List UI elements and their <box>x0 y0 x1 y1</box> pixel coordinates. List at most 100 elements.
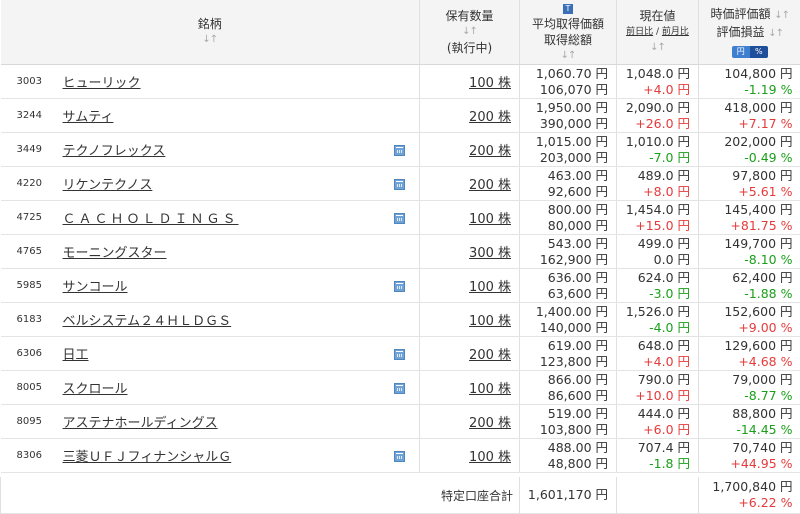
icon-cell <box>381 337 420 371</box>
price-cell: 1,454.0 円+15.0 円 <box>617 201 699 235</box>
sort-icon[interactable]: ↓↑ <box>768 28 783 39</box>
calendar-icon[interactable] <box>394 281 405 292</box>
icon-cell <box>381 167 420 201</box>
quantity-link[interactable]: 100 株 <box>469 280 511 295</box>
calendar-icon[interactable] <box>394 383 405 394</box>
stock-name-link[interactable]: ヒューリック <box>63 76 141 91</box>
prev-month-link[interactable]: 前月比 <box>662 27 689 37</box>
sort-icon[interactable]: ↓↑ <box>774 10 789 21</box>
table-row: 8095アステナホールディングス200 株519.00 円103,800 円44… <box>1 405 800 439</box>
stock-name-link[interactable]: ＣＡＣＨＯＬＤＩＮＧＳ <box>63 212 239 227</box>
prev-day-link[interactable]: 前日比 <box>626 27 653 37</box>
price-cell: 499.0 円0.0 円 <box>617 235 699 269</box>
calendar-icon[interactable] <box>394 213 405 224</box>
calendar-icon[interactable] <box>394 451 405 462</box>
average-cost: 800.00 円 <box>520 202 608 218</box>
quantity-link[interactable]: 100 株 <box>469 450 511 465</box>
stock-name-link[interactable]: アステナホールディングス <box>63 416 218 431</box>
profit-loss: +5.61 % <box>699 184 793 200</box>
total-label: 特定口座合計 <box>1 477 520 514</box>
average-cost: 543.00 円 <box>520 236 608 252</box>
table-row: 3003ヒューリック100 株1,060.70 円106,070 円1,048.… <box>1 65 800 99</box>
sort-icon[interactable]: ↓↑ <box>420 24 519 40</box>
price-cell: 2,090.0 円+26.0 円 <box>617 99 699 133</box>
stock-name-link[interactable]: サンコール <box>63 280 128 295</box>
toggle-yen-button[interactable]: 円 <box>732 46 750 58</box>
toggle-percent-button[interactable]: % <box>750 46 768 58</box>
quantity-cell: 100 株 <box>420 303 520 337</box>
profit-loss: -1.19 % <box>699 82 793 98</box>
profit-loss: -14.45 % <box>699 422 793 438</box>
cost-cell: 1,015.00 円203,000 円 <box>520 133 617 167</box>
quantity-link[interactable]: 100 株 <box>469 382 511 397</box>
stock-name-cell: リケンテクノス <box>63 167 381 201</box>
table-row: 8306三菱ＵＦＪフィナンシャルＧ100 株488.00 円48,800 円70… <box>1 439 800 473</box>
quantity-cell: 100 株 <box>420 269 520 303</box>
quantity-link[interactable]: 100 株 <box>469 314 511 329</box>
average-cost: 488.00 円 <box>520 440 608 456</box>
quantity-link[interactable]: 200 株 <box>469 348 511 363</box>
sort-icon[interactable]: ↓↑ <box>1 32 420 48</box>
stock-name-link[interactable]: サムティ <box>63 110 114 125</box>
current-price: 1,010.0 円 <box>617 134 690 150</box>
stock-name-cell: ベルシステム２４ＨＬＤＧＳ <box>63 303 381 337</box>
average-cost: 1,950.00 円 <box>520 100 608 116</box>
unit-toggle[interactable]: 円 % <box>732 46 768 58</box>
sort-icon[interactable]: ↓↑ <box>617 40 698 56</box>
quantity-link[interactable]: 200 株 <box>469 110 511 125</box>
stock-name-link[interactable]: テクノフレックス <box>63 144 166 159</box>
price-change: -3.0 円 <box>617 286 690 302</box>
quantity-link[interactable]: 300 株 <box>469 246 511 261</box>
col-quantity[interactable]: 保有数量 ↓↑ (執行中) <box>420 0 520 65</box>
stock-code: 3244 <box>1 99 63 133</box>
stock-name-link[interactable]: 三菱ＵＦＪフィナンシャルＧ <box>63 450 232 465</box>
quantity-cell: 200 株 <box>420 337 520 371</box>
col-quantity-label: 保有数量 <box>420 8 519 24</box>
value-cell: 88,800 円-14.45 % <box>699 405 800 439</box>
calendar-icon[interactable] <box>394 349 405 360</box>
profit-loss: +4.68 % <box>699 354 793 370</box>
price-change: -4.0 円 <box>617 320 690 336</box>
stock-name-cell: 三菱ＵＦＪフィナンシャルＧ <box>63 439 381 473</box>
stock-name-link[interactable]: ベルシステム２４ＨＬＤＧＳ <box>63 314 232 329</box>
quantity-link[interactable]: 200 株 <box>469 416 511 431</box>
value-cell: 152,600 円+9.00 % <box>699 303 800 337</box>
price-change: 0.0 円 <box>617 252 690 268</box>
stock-name-link[interactable]: モーニングスター <box>63 246 167 261</box>
market-value: 145,400 円 <box>699 202 793 218</box>
quantity-link[interactable]: 100 株 <box>469 76 511 91</box>
total-cost: 203,000 円 <box>520 150 608 166</box>
info-icon[interactable]: T <box>563 4 573 14</box>
icon-cell <box>381 99 420 133</box>
value-cell: 202,000 円-0.49 % <box>699 133 800 167</box>
quantity-link[interactable]: 200 株 <box>469 178 511 193</box>
stock-name-cell: アステナホールディングス <box>63 405 381 439</box>
col-average-cost[interactable]: T 平均取得価額 取得総額 ↓↑ <box>520 0 617 65</box>
stock-name-link[interactable]: リケンテクノス <box>63 178 153 193</box>
cost-cell: 1,400.00 円140,000 円 <box>520 303 617 337</box>
stock-name-cell: 日工 <box>63 337 381 371</box>
separator: / <box>656 27 659 37</box>
col-market-value[interactable]: 時価評価額 ↓↑ 評価損益 ↓↑ 円 % <box>699 0 800 65</box>
market-value: 152,600 円 <box>699 304 793 320</box>
col-current-price[interactable]: 現在値 前日比 / 前月比 ↓↑ <box>617 0 699 65</box>
price-cell: 624.0 円-3.0 円 <box>617 269 699 303</box>
stock-name-link[interactable]: 日工 <box>63 348 89 363</box>
table-row: 4220リケンテクノス200 株463.00 円92,600 円489.0 円+… <box>1 167 800 201</box>
table-row: 6306日工200 株619.00 円123,800 円648.0 円+4.0 … <box>1 337 800 371</box>
current-price: 444.0 円 <box>617 406 690 422</box>
stock-name-cell: サムティ <box>63 99 381 133</box>
quantity-cell: 200 株 <box>420 167 520 201</box>
stock-code: 4220 <box>1 167 63 201</box>
quantity-link[interactable]: 100 株 <box>469 212 511 227</box>
col-name[interactable]: 銘柄 ↓↑ <box>1 0 420 65</box>
price-change: +4.0 円 <box>617 354 690 370</box>
price-change: -7.0 円 <box>617 150 690 166</box>
quantity-link[interactable]: 200 株 <box>469 144 511 159</box>
calendar-icon[interactable] <box>394 179 405 190</box>
market-value: 202,000 円 <box>699 134 793 150</box>
total-cost: 1,601,170 円 <box>520 477 617 514</box>
calendar-icon[interactable] <box>394 145 405 156</box>
stock-name-link[interactable]: スクロール <box>63 382 128 397</box>
sort-icon[interactable]: ↓↑ <box>520 48 616 64</box>
